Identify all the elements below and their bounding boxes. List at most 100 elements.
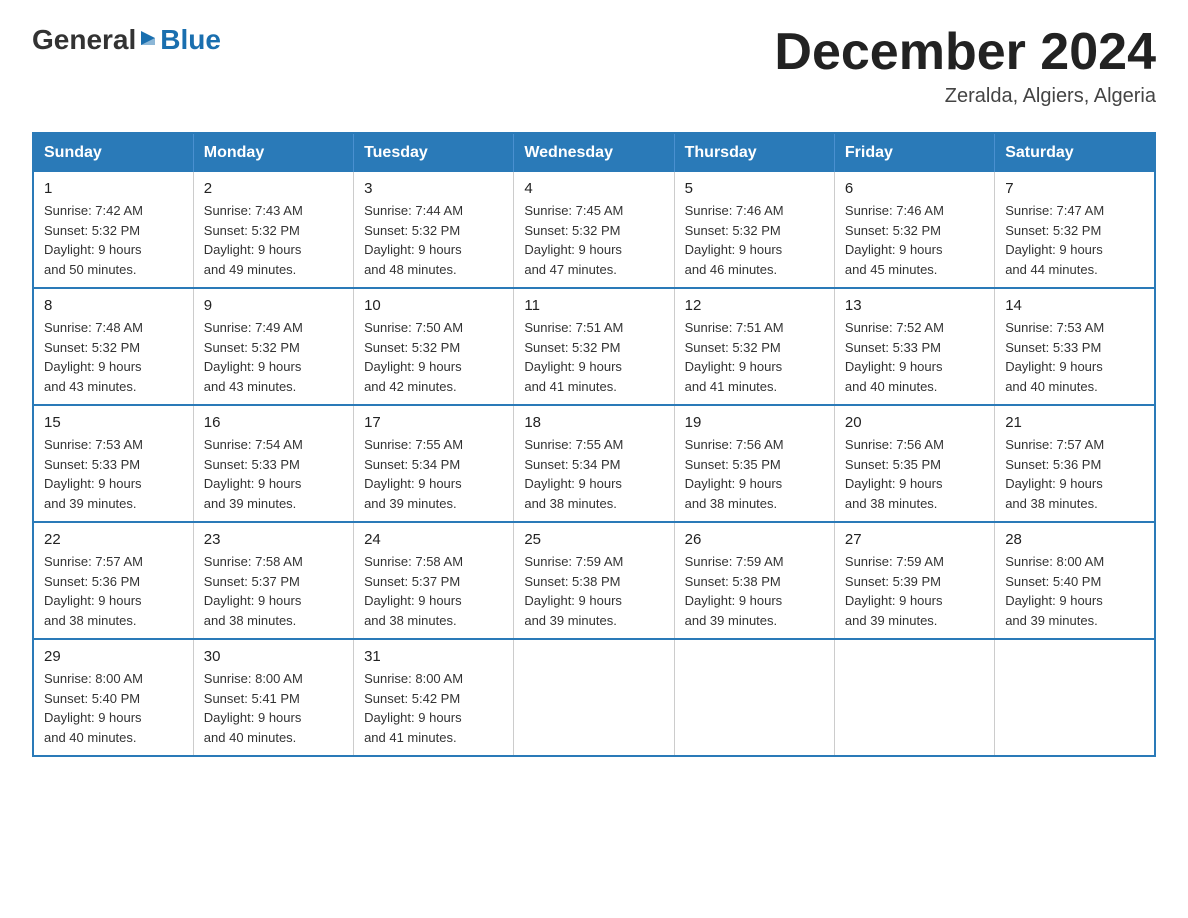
sunset-label: Sunset: 5:33 PM bbox=[845, 340, 941, 355]
sunrise-label: Sunrise: 7:59 AM bbox=[685, 554, 784, 569]
sunset-label: Sunset: 5:32 PM bbox=[524, 223, 620, 238]
sunset-label: Sunset: 5:34 PM bbox=[364, 457, 460, 472]
sunset-label: Sunset: 5:32 PM bbox=[524, 340, 620, 355]
sunrise-label: Sunrise: 7:51 AM bbox=[524, 320, 623, 335]
daylight-minutes: and 43 minutes. bbox=[44, 379, 137, 394]
calendar-table: SundayMondayTuesdayWednesdayThursdayFrid… bbox=[32, 132, 1156, 757]
day-number: 25 bbox=[524, 531, 663, 548]
day-cell: 12 Sunrise: 7:51 AM Sunset: 5:32 PM Dayl… bbox=[674, 288, 834, 405]
day-number: 24 bbox=[364, 531, 503, 548]
day-info: Sunrise: 7:59 AM Sunset: 5:38 PM Dayligh… bbox=[524, 552, 663, 630]
day-cell: 26 Sunrise: 7:59 AM Sunset: 5:38 PM Dayl… bbox=[674, 522, 834, 639]
daylight-minutes: and 38 minutes. bbox=[44, 613, 137, 628]
day-info: Sunrise: 7:53 AM Sunset: 5:33 PM Dayligh… bbox=[1005, 318, 1144, 396]
sunrise-label: Sunrise: 7:54 AM bbox=[204, 437, 303, 452]
sunrise-label: Sunrise: 7:44 AM bbox=[364, 203, 463, 218]
sunrise-label: Sunrise: 7:42 AM bbox=[44, 203, 143, 218]
sunset-label: Sunset: 5:37 PM bbox=[204, 574, 300, 589]
daylight-minutes: and 46 minutes. bbox=[685, 262, 778, 277]
sunrise-label: Sunrise: 8:00 AM bbox=[204, 671, 303, 686]
day-cell: 29 Sunrise: 8:00 AM Sunset: 5:40 PM Dayl… bbox=[33, 639, 193, 756]
day-info: Sunrise: 7:51 AM Sunset: 5:32 PM Dayligh… bbox=[524, 318, 663, 396]
day-number: 22 bbox=[44, 531, 183, 548]
day-cell: 4 Sunrise: 7:45 AM Sunset: 5:32 PM Dayli… bbox=[514, 172, 674, 288]
day-cell: 19 Sunrise: 7:56 AM Sunset: 5:35 PM Dayl… bbox=[674, 405, 834, 522]
day-number: 28 bbox=[1005, 531, 1144, 548]
daylight-minutes: and 48 minutes. bbox=[364, 262, 457, 277]
daylight-label: Daylight: 9 hours bbox=[204, 242, 302, 257]
day-cell: 21 Sunrise: 7:57 AM Sunset: 5:36 PM Dayl… bbox=[995, 405, 1155, 522]
logo-general-text: General bbox=[32, 24, 136, 56]
day-number: 17 bbox=[364, 414, 503, 431]
day-cell: 9 Sunrise: 7:49 AM Sunset: 5:32 PM Dayli… bbox=[193, 288, 353, 405]
day-info: Sunrise: 7:42 AM Sunset: 5:32 PM Dayligh… bbox=[44, 201, 183, 279]
daylight-label: Daylight: 9 hours bbox=[1005, 593, 1103, 608]
sunset-label: Sunset: 5:42 PM bbox=[364, 691, 460, 706]
day-info: Sunrise: 8:00 AM Sunset: 5:41 PM Dayligh… bbox=[204, 669, 343, 747]
day-number: 14 bbox=[1005, 297, 1144, 314]
day-number: 8 bbox=[44, 297, 183, 314]
daylight-minutes: and 38 minutes. bbox=[364, 613, 457, 628]
sunrise-label: Sunrise: 7:45 AM bbox=[524, 203, 623, 218]
daylight-label: Daylight: 9 hours bbox=[204, 710, 302, 725]
sunset-label: Sunset: 5:40 PM bbox=[1005, 574, 1101, 589]
day-info: Sunrise: 7:57 AM Sunset: 5:36 PM Dayligh… bbox=[1005, 435, 1144, 513]
week-row-1: 1 Sunrise: 7:42 AM Sunset: 5:32 PM Dayli… bbox=[33, 172, 1155, 288]
daylight-minutes: and 39 minutes. bbox=[685, 613, 778, 628]
day-cell: 7 Sunrise: 7:47 AM Sunset: 5:32 PM Dayli… bbox=[995, 172, 1155, 288]
daylight-minutes: and 41 minutes. bbox=[685, 379, 778, 394]
day-number: 7 bbox=[1005, 180, 1144, 197]
sunrise-label: Sunrise: 7:55 AM bbox=[524, 437, 623, 452]
day-number: 15 bbox=[44, 414, 183, 431]
day-info: Sunrise: 7:43 AM Sunset: 5:32 PM Dayligh… bbox=[204, 201, 343, 279]
day-cell: 3 Sunrise: 7:44 AM Sunset: 5:32 PM Dayli… bbox=[354, 172, 514, 288]
calendar-header-row: SundayMondayTuesdayWednesdayThursdayFrid… bbox=[33, 133, 1155, 172]
day-cell: 24 Sunrise: 7:58 AM Sunset: 5:37 PM Dayl… bbox=[354, 522, 514, 639]
sunrise-label: Sunrise: 7:50 AM bbox=[364, 320, 463, 335]
daylight-label: Daylight: 9 hours bbox=[44, 593, 142, 608]
day-info: Sunrise: 8:00 AM Sunset: 5:40 PM Dayligh… bbox=[44, 669, 183, 747]
sunrise-label: Sunrise: 7:53 AM bbox=[1005, 320, 1104, 335]
day-number: 11 bbox=[524, 297, 663, 314]
day-info: Sunrise: 7:55 AM Sunset: 5:34 PM Dayligh… bbox=[524, 435, 663, 513]
day-info: Sunrise: 7:51 AM Sunset: 5:32 PM Dayligh… bbox=[685, 318, 824, 396]
sunrise-label: Sunrise: 7:51 AM bbox=[685, 320, 784, 335]
daylight-label: Daylight: 9 hours bbox=[524, 359, 622, 374]
sunrise-label: Sunrise: 7:46 AM bbox=[845, 203, 944, 218]
col-header-tuesday: Tuesday bbox=[354, 133, 514, 172]
sunset-label: Sunset: 5:32 PM bbox=[685, 223, 781, 238]
sunrise-label: Sunrise: 7:55 AM bbox=[364, 437, 463, 452]
sunrise-label: Sunrise: 7:59 AM bbox=[845, 554, 944, 569]
logo: General Blue bbox=[32, 24, 221, 56]
daylight-minutes: and 45 minutes. bbox=[845, 262, 938, 277]
daylight-minutes: and 40 minutes. bbox=[204, 730, 297, 745]
sunset-label: Sunset: 5:36 PM bbox=[44, 574, 140, 589]
daylight-label: Daylight: 9 hours bbox=[685, 476, 783, 491]
sunrise-label: Sunrise: 8:00 AM bbox=[364, 671, 463, 686]
day-cell: 31 Sunrise: 8:00 AM Sunset: 5:42 PM Dayl… bbox=[354, 639, 514, 756]
daylight-label: Daylight: 9 hours bbox=[1005, 242, 1103, 257]
sunset-label: Sunset: 5:36 PM bbox=[1005, 457, 1101, 472]
day-cell: 27 Sunrise: 7:59 AM Sunset: 5:39 PM Dayl… bbox=[834, 522, 994, 639]
sunrise-label: Sunrise: 7:48 AM bbox=[44, 320, 143, 335]
day-cell: 5 Sunrise: 7:46 AM Sunset: 5:32 PM Dayli… bbox=[674, 172, 834, 288]
day-cell: 14 Sunrise: 7:53 AM Sunset: 5:33 PM Dayl… bbox=[995, 288, 1155, 405]
daylight-label: Daylight: 9 hours bbox=[364, 710, 462, 725]
day-number: 23 bbox=[204, 531, 343, 548]
daylight-minutes: and 47 minutes. bbox=[524, 262, 617, 277]
sunset-label: Sunset: 5:32 PM bbox=[845, 223, 941, 238]
day-info: Sunrise: 7:46 AM Sunset: 5:32 PM Dayligh… bbox=[685, 201, 824, 279]
logo-flag-icon bbox=[137, 29, 159, 51]
day-info: Sunrise: 7:56 AM Sunset: 5:35 PM Dayligh… bbox=[685, 435, 824, 513]
sunset-label: Sunset: 5:38 PM bbox=[524, 574, 620, 589]
sunrise-label: Sunrise: 7:43 AM bbox=[204, 203, 303, 218]
week-row-3: 15 Sunrise: 7:53 AM Sunset: 5:33 PM Dayl… bbox=[33, 405, 1155, 522]
sunrise-label: Sunrise: 7:58 AM bbox=[204, 554, 303, 569]
col-header-friday: Friday bbox=[834, 133, 994, 172]
logo-area: General Blue bbox=[32, 24, 221, 56]
daylight-label: Daylight: 9 hours bbox=[1005, 359, 1103, 374]
daylight-minutes: and 41 minutes. bbox=[364, 730, 457, 745]
day-number: 5 bbox=[685, 180, 824, 197]
day-number: 19 bbox=[685, 414, 824, 431]
sunrise-label: Sunrise: 7:57 AM bbox=[1005, 437, 1104, 452]
